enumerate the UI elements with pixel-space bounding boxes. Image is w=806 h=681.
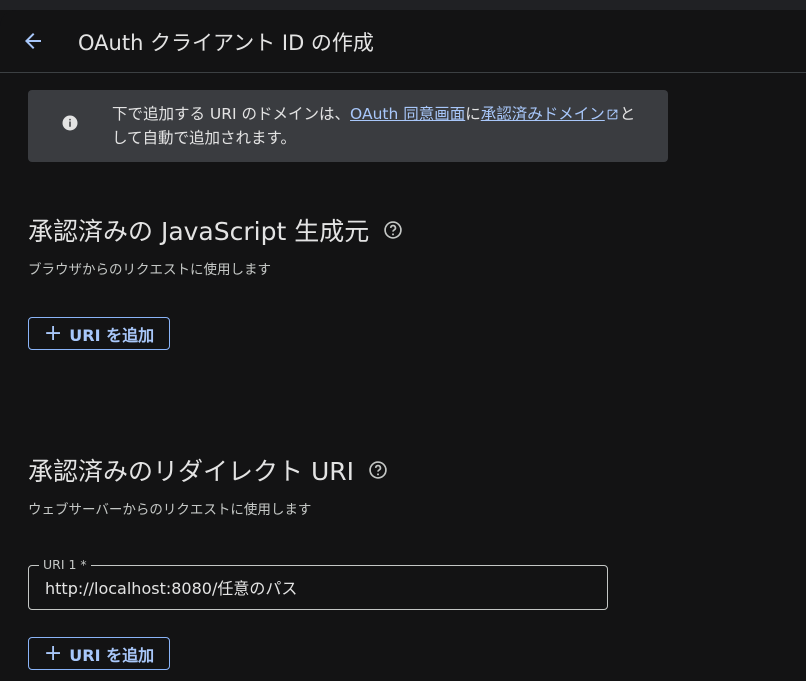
- redirect-uri-1-field[interactable]: URI 1 *: [28, 557, 608, 610]
- oauth-client-page: OAuth クライアント ID の作成 下で追加する URI のドメインは、OA…: [0, 0, 806, 681]
- add-js-origin-uri-button[interactable]: + URI を追加: [28, 317, 170, 350]
- consent-screen-link[interactable]: OAuth 同意画面: [350, 105, 465, 123]
- arrow-back-icon: [25, 33, 41, 49]
- add-redirect-uri-button[interactable]: + URI を追加: [28, 637, 170, 670]
- redirect-uris-title: 承認済みのリダイレクト URI: [28, 457, 354, 486]
- page-header: OAuth クライアント ID の作成: [0, 10, 806, 73]
- notice-text-before: 下で追加する URI のドメインは、: [112, 105, 351, 123]
- add-uri-label: URI を追加: [69, 645, 155, 665]
- notice-message: 下で追加する URI のドメインは、OAuth 同意画面に承認済みドメイン として…: [112, 102, 647, 150]
- help-icon[interactable]: [368, 460, 388, 480]
- add-uri-label: URI を追加: [69, 325, 155, 345]
- authorized-domains-link-text: 承認済みドメイン: [480, 105, 605, 123]
- redirect-uri-1-label: URI 1 *: [39, 557, 91, 572]
- plus-icon: +: [43, 640, 63, 666]
- redirect-uris-heading: 承認済みのリダイレクト URI: [28, 452, 388, 488]
- authorized-domains-link[interactable]: 承認済みドメイン: [481, 105, 620, 123]
- window-top-bar: [0, 0, 806, 10]
- open-in-new-icon: [607, 109, 618, 120]
- page-title: OAuth クライアント ID の作成: [78, 31, 374, 55]
- js-origins-heading: 承認済みの JavaScript 生成元: [28, 212, 403, 248]
- info-notice: 下で追加する URI のドメインは、OAuth 同意画面に承認済みドメイン として…: [28, 90, 668, 162]
- notice-text-mid: に: [465, 105, 481, 123]
- js-origins-title: 承認済みの JavaScript 生成元: [28, 217, 370, 246]
- redirect-uri-1-input[interactable]: [43, 576, 597, 597]
- info-icon: [62, 115, 78, 131]
- plus-icon: +: [43, 320, 63, 346]
- redirect-uris-description: ウェブサーバーからのリクエストに使用します: [28, 502, 312, 518]
- js-origins-description: ブラウザからのリクエストに使用します: [28, 262, 271, 278]
- help-icon[interactable]: [383, 220, 403, 240]
- back-button[interactable]: [18, 26, 48, 56]
